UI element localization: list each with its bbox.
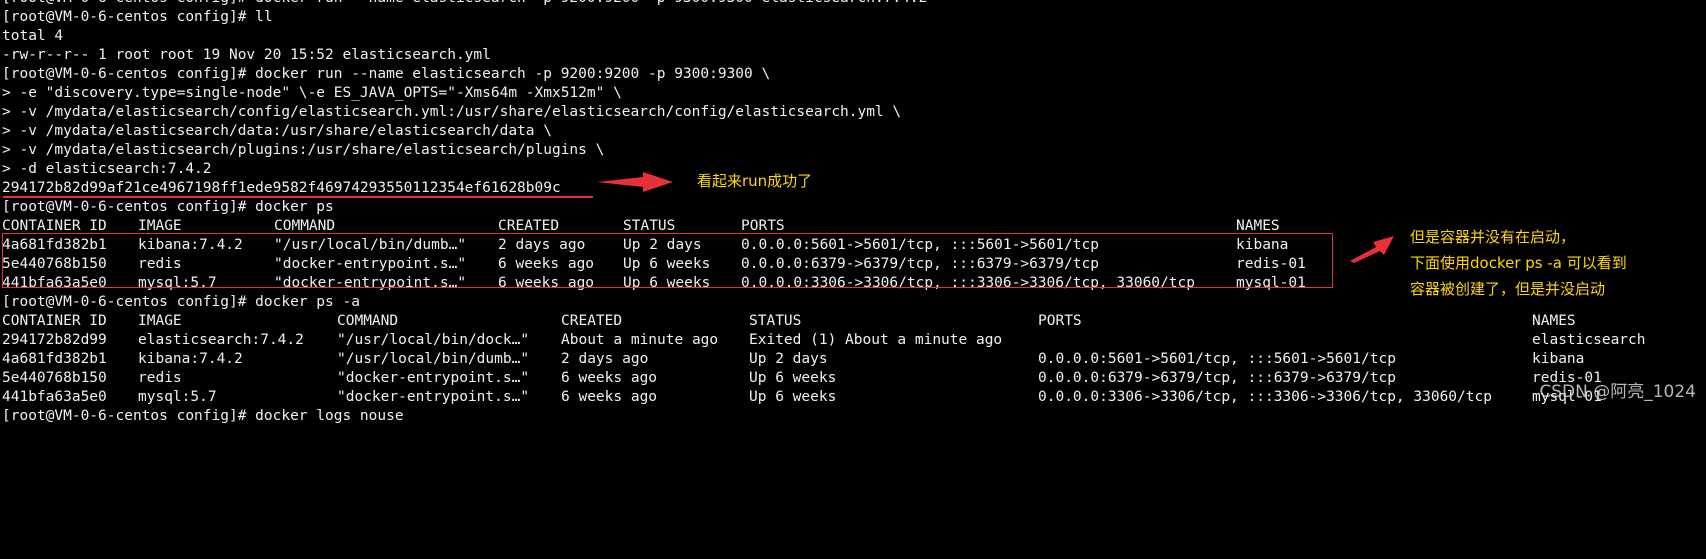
table-cell: 0.0.0.0:6379->6379/tcp, :::6379->6379/tc… — [1038, 370, 1396, 386]
ps-a-header-cell: STATUS — [749, 313, 802, 329]
table-row: 5e440768b150 redis "docker-entrypoint.s…… — [2, 369, 1702, 388]
table-row: 441bfa63a5e0 mysql:5.7 "docker-entrypoin… — [2, 388, 1702, 407]
arrow-icon — [1350, 236, 1394, 263]
watermark: CSDN @阿亮_1024 — [1539, 382, 1696, 402]
terminal-line: > -e "discovery.type=single-node" \-e ES… — [2, 85, 622, 101]
table-cell: 294172b82d99 — [2, 332, 107, 348]
ps-a-header-cell: NAMES — [1532, 313, 1576, 329]
terminal-line: [root@VM-0-6-centos config]# docker ps — [2, 199, 334, 215]
annotation-run-ok: 看起来run成功了 — [697, 172, 813, 190]
ps-a-header-cell: CONTAINER ID — [2, 313, 107, 329]
ps-a-header-cell: PORTS — [1038, 313, 1082, 329]
terminal-line: > -v /mydata/elasticsearch/config/elasti… — [2, 104, 902, 120]
table-cell: elasticsearch — [1532, 332, 1646, 348]
table-cell: Up 6 weeks — [749, 389, 837, 405]
container-id-underline — [3, 196, 593, 198]
table-cell: kibana:7.4.2 — [138, 351, 243, 367]
table-cell: redis — [138, 370, 182, 386]
table-cell: "docker-entrypoint.s…" — [337, 389, 530, 405]
terminal-line: total 4 — [2, 28, 64, 44]
terminal-line: [root@VM-0-6-centos config]# ll — [2, 9, 273, 25]
terminal-output: [root@VM-0-6-centos config]# docker run … — [2, 0, 1702, 426]
terminal-line: [root@VM-0-6-centos config]# docker run … — [2, 0, 1702, 8]
table-cell: 6 weeks ago — [561, 389, 658, 405]
terminal-line: [root@VM-0-6-centos config]# docker run … — [2, 66, 771, 82]
running-containers-highlight-box — [2, 233, 1333, 288]
ps-a-header-cell: CREATED — [561, 313, 623, 329]
table-cell: "/usr/local/bin/dumb…" — [337, 351, 530, 367]
ps-a-header-row: CONTAINER ID IMAGE COMMAND CREATED STATU… — [2, 312, 1702, 331]
terminal-line: > -d elasticsearch:7.4.2 — [2, 161, 212, 177]
table-cell: 0.0.0.0:3306->3306/tcp, :::3306->3306/tc… — [1038, 389, 1492, 405]
annotation-line: 但是容器并没有在启动， — [1410, 228, 1576, 246]
terminal-line: -rw-r--r-- 1 root root 19 Nov 20 15:52 e… — [2, 47, 491, 63]
table-cell: Up 2 days — [749, 351, 828, 367]
table-cell: 2 days ago — [561, 351, 649, 367]
table-cell: About a minute ago — [561, 332, 719, 348]
annotation-not-started: 但是容器并没有在启动， 下面使用docker ps -a 可以看到 容器被创建了… — [1410, 224, 1627, 302]
annotation-line: 下面使用docker ps -a 可以看到 — [1410, 254, 1627, 272]
table-cell: elasticsearch:7.4.2 — [138, 332, 304, 348]
table-cell: mysql:5.7 — [138, 389, 217, 405]
table-cell: 6 weeks ago — [561, 370, 658, 386]
table-cell: Exited (1) About a minute ago — [749, 332, 1003, 348]
table-cell: 0.0.0.0:5601->5601/tcp, :::5601->5601/tc… — [1038, 351, 1396, 367]
arrow-icon — [597, 172, 673, 192]
table-cell: "docker-entrypoint.s…" — [337, 370, 530, 386]
table-cell: 5e440768b150 — [2, 370, 107, 386]
ps-a-header-cell: COMMAND — [337, 313, 399, 329]
table-row: 4a681fd382b1 kibana:7.4.2 "/usr/local/bi… — [2, 350, 1702, 369]
table-cell: 441bfa63a5e0 — [2, 389, 107, 405]
table-cell: "/usr/local/bin/dock…" — [337, 332, 530, 348]
table-cell: 4a681fd382b1 — [2, 351, 107, 367]
ps-a-header-cell: IMAGE — [138, 313, 182, 329]
table-row: 294172b82d99 elasticsearch:7.4.2 "/usr/l… — [2, 331, 1702, 350]
terminal-line: > -v /mydata/elasticsearch/data:/usr/sha… — [2, 123, 552, 139]
table-cell: Up 6 weeks — [749, 370, 837, 386]
annotation-line: 容器被创建了，但是并没启动 — [1410, 280, 1606, 298]
table-cell: kibana — [1532, 351, 1585, 367]
terminal-line: > -v /mydata/elasticsearch/plugins:/usr/… — [2, 142, 605, 158]
